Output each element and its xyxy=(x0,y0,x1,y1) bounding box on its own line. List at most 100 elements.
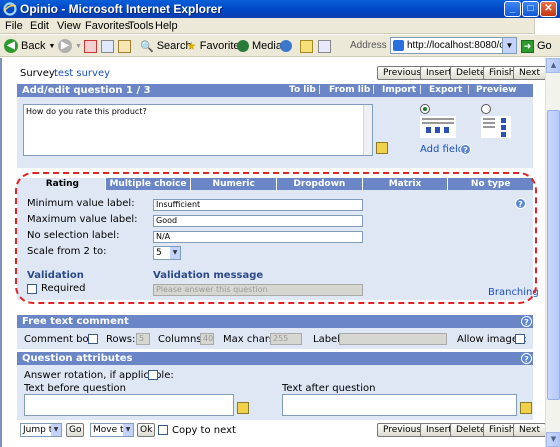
to-lib-link[interactable]: To lib xyxy=(289,85,316,95)
tab-no-type[interactable]: No type xyxy=(448,178,535,190)
menu-help[interactable]: Help xyxy=(155,20,178,32)
jump-to-select[interactable]: Jump to ▼ xyxy=(20,423,62,437)
scroll-down-icon[interactable]: ▼ xyxy=(546,432,560,447)
address-field[interactable]: http://localhost:8080/opinio/adm ▼ xyxy=(390,37,517,54)
rows-input[interactable]: 5 xyxy=(136,333,150,345)
forward-button[interactable]: ▶ ▼ xyxy=(58,38,82,54)
import-link[interactable]: Import xyxy=(382,85,416,95)
mail-icon xyxy=(300,39,313,53)
tab-rating[interactable]: Rating xyxy=(20,178,106,190)
minimize-button[interactable]: _ xyxy=(504,1,521,17)
menu-view[interactable]: View xyxy=(57,20,81,32)
rotation-checkbox[interactable] xyxy=(148,370,158,380)
back-button[interactable]: ◀ Back ▼ xyxy=(4,38,55,54)
max-value-label: Maximum value label: xyxy=(27,214,138,225)
scale-value: 5 xyxy=(156,248,162,258)
menu-file[interactable]: File xyxy=(5,20,23,32)
home-button[interactable] xyxy=(118,38,131,54)
preview-link[interactable]: Preview xyxy=(476,85,517,95)
max-value-input[interactable]: Good xyxy=(153,215,363,227)
move-to-select[interactable]: Move to ▼ xyxy=(90,423,134,437)
comment-label-input[interactable] xyxy=(339,333,447,345)
windows-logo-icon xyxy=(534,18,560,34)
menu-bar: File Edit View Favorites Tools Help xyxy=(0,18,560,34)
search-button[interactable]: 🔍 Search xyxy=(140,38,192,54)
chevron-down-icon[interactable]: ▼ xyxy=(502,38,516,53)
menu-favorites[interactable]: Favorites xyxy=(85,20,130,32)
next-button[interactable]: Next xyxy=(513,66,545,80)
help-icon[interactable]: ? xyxy=(521,353,532,364)
ie-icon xyxy=(3,2,17,16)
media-button[interactable]: Media xyxy=(237,38,282,54)
export-link[interactable]: Export xyxy=(429,85,462,95)
from-lib-link[interactable]: From lib xyxy=(329,85,370,95)
scale-label: Scale from 2 to: xyxy=(27,246,107,257)
refresh-button[interactable] xyxy=(101,38,114,54)
columns-input[interactable]: 40 xyxy=(200,333,214,345)
back-arrow-icon: ◀ xyxy=(4,39,18,53)
print-button[interactable] xyxy=(318,38,331,54)
stop-button[interactable] xyxy=(84,38,97,54)
menu-edit[interactable]: Edit xyxy=(30,20,49,32)
go-arrow-icon: ➜ xyxy=(521,39,534,53)
copy-to-next-checkbox[interactable] xyxy=(158,425,168,435)
survey-name-link[interactable]: test survey xyxy=(54,68,110,79)
help-icon[interactable]: ? xyxy=(460,144,471,155)
go-button[interactable]: ➜ Go xyxy=(521,38,552,54)
question-type-tabs: Rating Multiple choice Numeric Dropdown … xyxy=(20,178,535,190)
chevron-down-icon: ▼ xyxy=(170,247,180,259)
edit-pencil-icon[interactable] xyxy=(237,402,249,414)
scroll-thumb[interactable] xyxy=(547,110,560,400)
max-chars-input[interactable]: 255 xyxy=(270,333,302,345)
scroll-up-icon[interactable]: ▲ xyxy=(546,58,560,73)
close-button[interactable]: ✕ xyxy=(540,1,557,17)
survey-label: Survey: xyxy=(20,68,58,79)
text-before-area[interactable] xyxy=(24,394,234,416)
text-after-label: Text after question xyxy=(282,383,376,394)
add-field-link[interactable]: Add field xyxy=(420,144,464,155)
free-text-panel-header: Free text comment xyxy=(17,315,533,328)
maximize-button[interactable]: □ xyxy=(522,1,539,17)
attributes-title: Question attributes xyxy=(22,353,133,364)
chevron-down-icon: ▼ xyxy=(75,42,82,50)
tab-numeric[interactable]: Numeric xyxy=(191,178,278,190)
tab-matrix[interactable]: Matrix xyxy=(362,178,449,190)
text-before-label: Text before question xyxy=(24,383,126,394)
media-label: Media xyxy=(252,40,282,52)
stop-icon xyxy=(84,39,97,53)
allow-images-checkbox[interactable] xyxy=(515,334,525,344)
min-value-input[interactable]: Insufficient xyxy=(153,199,363,211)
text-after-area[interactable] xyxy=(282,394,517,416)
textarea-scrollbar[interactable] xyxy=(363,105,372,155)
tab-dropdown[interactable]: Dropdown xyxy=(277,178,363,190)
page-scrollbar[interactable]: ▲ ▼ xyxy=(545,58,560,447)
vertical-layout-icon xyxy=(481,116,511,138)
rows-label: Rows: xyxy=(106,334,136,345)
menu-tools[interactable]: Tools xyxy=(128,20,154,32)
edit-pencil-icon[interactable] xyxy=(520,402,532,414)
page-icon xyxy=(393,40,404,51)
next-button[interactable]: Next xyxy=(513,423,545,437)
copy-to-next-label: Copy to next xyxy=(172,425,236,436)
no-selection-input[interactable]: N/A xyxy=(153,231,363,243)
edit-pencil-icon[interactable] xyxy=(376,142,388,154)
comment-box-label: Comment box: xyxy=(24,334,98,345)
jump-go-button[interactable]: Go xyxy=(66,423,85,437)
move-ok-button[interactable]: Ok xyxy=(137,423,156,437)
validation-heading: Validation xyxy=(27,270,84,281)
layout-radio-vertical[interactable] xyxy=(481,104,491,114)
validation-message-input[interactable]: Please answer this question xyxy=(153,284,363,296)
help-icon[interactable]: ? xyxy=(515,198,526,209)
scale-select[interactable]: 5 ▼ xyxy=(153,246,181,260)
layout-radio-horizontal[interactable] xyxy=(420,104,430,114)
question-text-area[interactable]: How do you rate this product? xyxy=(23,104,373,156)
help-icon[interactable]: ? xyxy=(521,316,532,327)
branching-link[interactable]: Branching xyxy=(488,287,539,298)
history-button[interactable] xyxy=(280,38,292,54)
tab-multiple-choice[interactable]: Multiple choice xyxy=(105,178,192,190)
question-text: How do you rate this product? xyxy=(26,107,147,116)
refresh-icon xyxy=(101,39,114,53)
mail-button[interactable] xyxy=(300,38,313,54)
comment-box-checkbox[interactable] xyxy=(88,334,98,344)
required-checkbox[interactable] xyxy=(27,284,37,294)
